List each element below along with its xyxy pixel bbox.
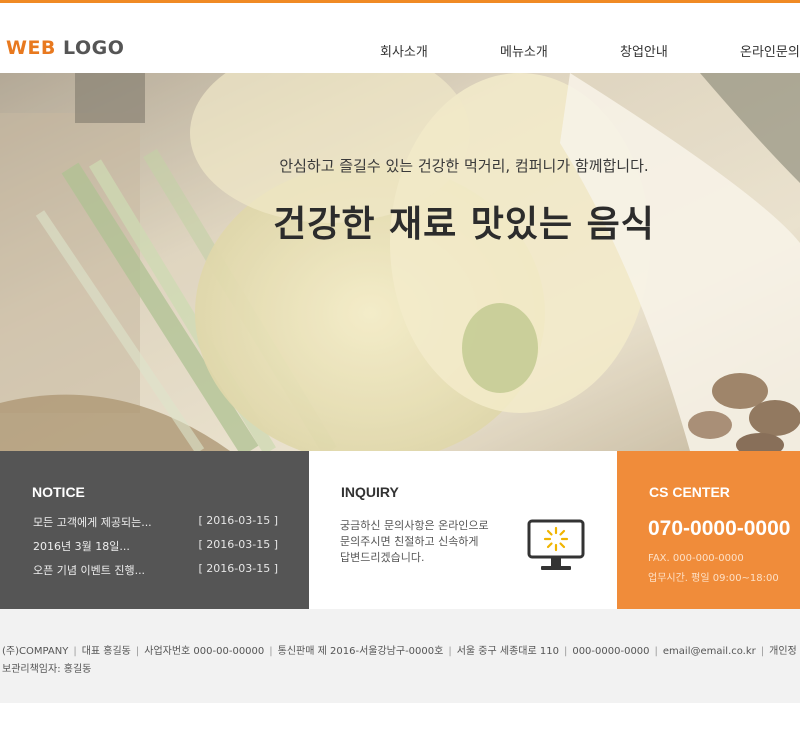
notice-item-date: [ 2016-03-15 ] [198, 562, 278, 575]
footer-phone: 000-0000-0000 [572, 646, 650, 657]
inquiry-text: 궁금하신 문의사항은 온라인으로 문의주시면 친절하고 신속하게 답변드리겠습니… [340, 519, 489, 564]
nav-startup[interactable]: 창업안내 [620, 41, 668, 60]
main-nav: 회사소개 메뉴소개 창업안내 온라인문의 [0, 41, 800, 61]
cs-fax: FAX. 000-000-0000 [648, 553, 744, 564]
hero-subtitle: 안심하고 즐길수 있는 건강한 먹거리, 컴퍼니가 함께합니다. [279, 157, 649, 175]
footer-address: 서울 중구 세종대로 110 [456, 646, 559, 657]
footer-mail-order: 통신판매 제 2016-서울강남구-0000호 [277, 646, 444, 657]
cs-heading: CS CENTER [649, 484, 730, 500]
notice-item-title[interactable]: 오픈 기념 이벤트 진행... [33, 562, 145, 578]
site-footer: (주)COMPANY | 대표 홍길동 | 사업자번호 000-00-00000 | 통신판… [0, 609, 800, 703]
cs-center-box: CS CENTER 070-0000-0000 FAX. 000-000-000… [617, 451, 800, 609]
hero-food-image [0, 73, 800, 451]
nav-menu[interactable]: 메뉴소개 [500, 41, 548, 60]
cs-phone[interactable]: 070-0000-0000 [648, 517, 790, 541]
footer-company-info: (주)COMPANY | 대표 홍길동 | 사업자번호 000-00-00000 | 통신판… [2, 646, 797, 657]
footer-privacy-officer-start: 개인정 [769, 646, 797, 657]
hero-banner: 안심하고 즐길수 있는 건강한 먹거리, 컴퍼니가 함께합니다. 건강한 재료 … [0, 73, 800, 451]
notice-item-title[interactable]: 2016년 3월 18일... [33, 538, 130, 554]
notice-item-date: [ 2016-03-15 ] [198, 514, 278, 527]
footer-email[interactable]: email@email.co.kr [663, 646, 756, 657]
hero-title: 건강한 재료 맛있는 음식 [273, 204, 655, 245]
info-boxes: NOTICE 모든 고객에게 제공되는... [ 2016-03-15 ] 20… [0, 451, 800, 609]
inquiry-heading: INQUIRY [341, 484, 399, 500]
nav-company[interactable]: 회사소개 [380, 41, 428, 60]
notice-heading: NOTICE [32, 484, 85, 500]
footer-ceo: 대표 홍길동 [81, 646, 131, 657]
notice-list: 모든 고객에게 제공되는... [ 2016-03-15 ] 2016년 3월 … [33, 514, 283, 586]
notice-item[interactable]: 모든 고객에게 제공되는... [ 2016-03-15 ] [33, 514, 283, 538]
monitor-icon [527, 519, 585, 570]
notice-item[interactable]: 오픈 기념 이벤트 진행... [ 2016-03-15 ] [33, 562, 283, 586]
footer-biz-number: 사업자번호 000-00-00000 [144, 646, 265, 657]
inquiry-box[interactable]: INQUIRY 궁금하신 문의사항은 온라인으로 문의주시면 친절하고 신속하게… [309, 451, 617, 609]
notice-item[interactable]: 2016년 3월 18일... [ 2016-03-15 ] [33, 538, 283, 562]
notice-item-title[interactable]: 모든 고객에게 제공되는... [33, 514, 152, 530]
site-header: WEB LOGO 회사소개 메뉴소개 창업안내 온라인문의 [0, 3, 800, 73]
footer-privacy-officer: 보관리책임자: 홍길동 [2, 664, 92, 675]
footer-company: (주)COMPANY [2, 646, 69, 657]
notice-box: NOTICE 모든 고객에게 제공되는... [ 2016-03-15 ] 20… [0, 451, 309, 609]
nav-inquiry[interactable]: 온라인문의 [740, 41, 800, 60]
notice-item-date: [ 2016-03-15 ] [198, 538, 278, 551]
cs-hours: 업무시간. 평일 09:00~18:00 [648, 573, 779, 584]
